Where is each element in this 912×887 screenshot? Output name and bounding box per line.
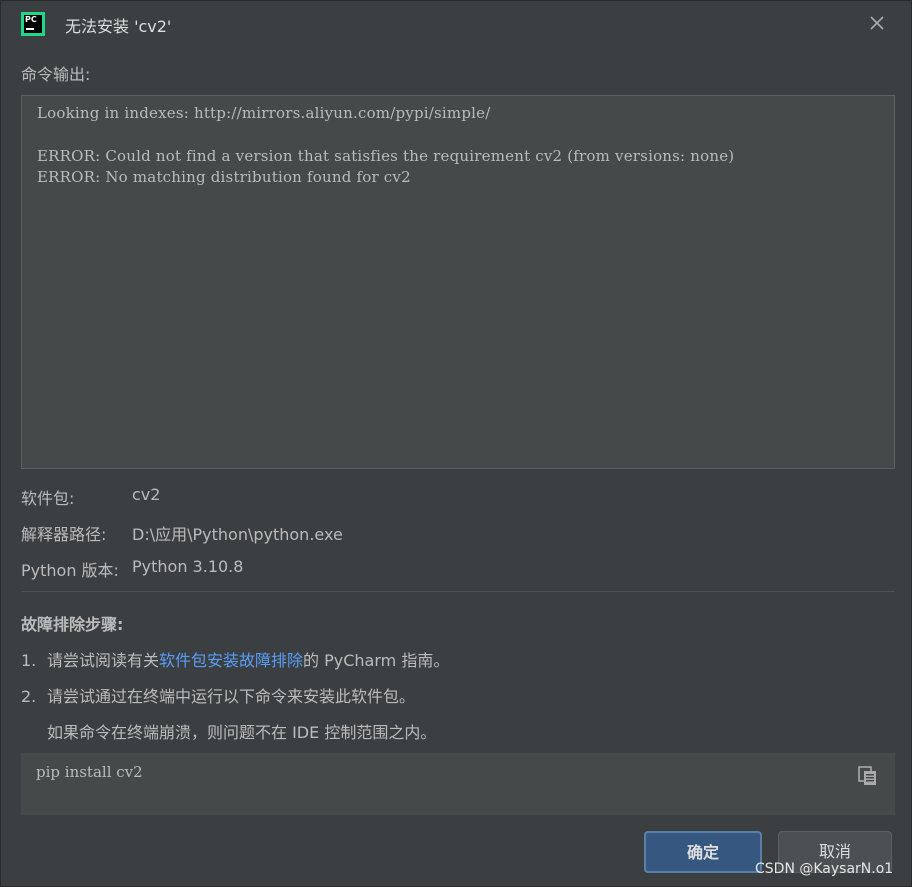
watermark: CSDN @KaysarN.o1 [755, 861, 894, 877]
ok-button[interactable]: 确定 [644, 831, 762, 873]
command-box[interactable]: pip install cv2 [21, 753, 895, 815]
pip-command[interactable]: pip install cv2 [36, 763, 143, 781]
output-line: Looking in indexes: http://mirrors.aliyu… [37, 104, 491, 122]
close-icon[interactable] [865, 11, 889, 35]
step-2-text: 请尝试通过在终端中运行以下命令来安装此软件包。 [47, 687, 416, 706]
command-output-area[interactable]: Looking in indexes: http://mirrors.aliyu… [21, 95, 895, 469]
troubleshooting-guide-link[interactable]: 软件包安装故障排除 [159, 651, 303, 670]
divider [21, 591, 895, 592]
step-number: 2. [21, 687, 37, 706]
step-number: 1. [21, 651, 37, 670]
copy-icon[interactable] [857, 765, 879, 787]
output-line: ERROR: Could not find a version that sat… [37, 147, 735, 165]
step-2-note: 如果命令在终端崩溃，则问题不在 IDE 控制范围之内。 [47, 723, 437, 742]
step-1-prefix: 请尝试阅读有关 [47, 651, 160, 670]
install-error-dialog: PC 无法安装 'cv2' 命令输出: Looking in indexes: … [0, 0, 912, 887]
package-label: 软件包: [21, 489, 75, 508]
python-version-label: Python 版本: [21, 561, 119, 580]
title-bar: PC 无法安装 'cv2' [1, 1, 911, 47]
step-1-suffix: 的 PyCharm 指南。 [303, 651, 450, 670]
package-value: cv2 [132, 485, 161, 504]
output-line: ERROR: No matching distribution found fo… [37, 168, 411, 186]
troubleshoot-step-2: 2. 请尝试通过在终端中运行以下命令来安装此软件包。 [21, 683, 415, 707]
troubleshoot-title: 故障排除步骤: [21, 615, 124, 634]
interpreter-label: 解释器路径: [21, 525, 107, 544]
python-version-value: Python 3.10.8 [132, 557, 244, 576]
dialog-title: 无法安装 'cv2' [65, 17, 172, 36]
command-output-label: 命令输出: [21, 65, 91, 84]
troubleshoot-step-1: 1. 请尝试阅读有关软件包安装故障排除的 PyCharm 指南。 [21, 647, 449, 671]
pycharm-icon: PC [21, 12, 45, 36]
interpreter-value: D:\应用\Python\python.exe [132, 525, 343, 544]
